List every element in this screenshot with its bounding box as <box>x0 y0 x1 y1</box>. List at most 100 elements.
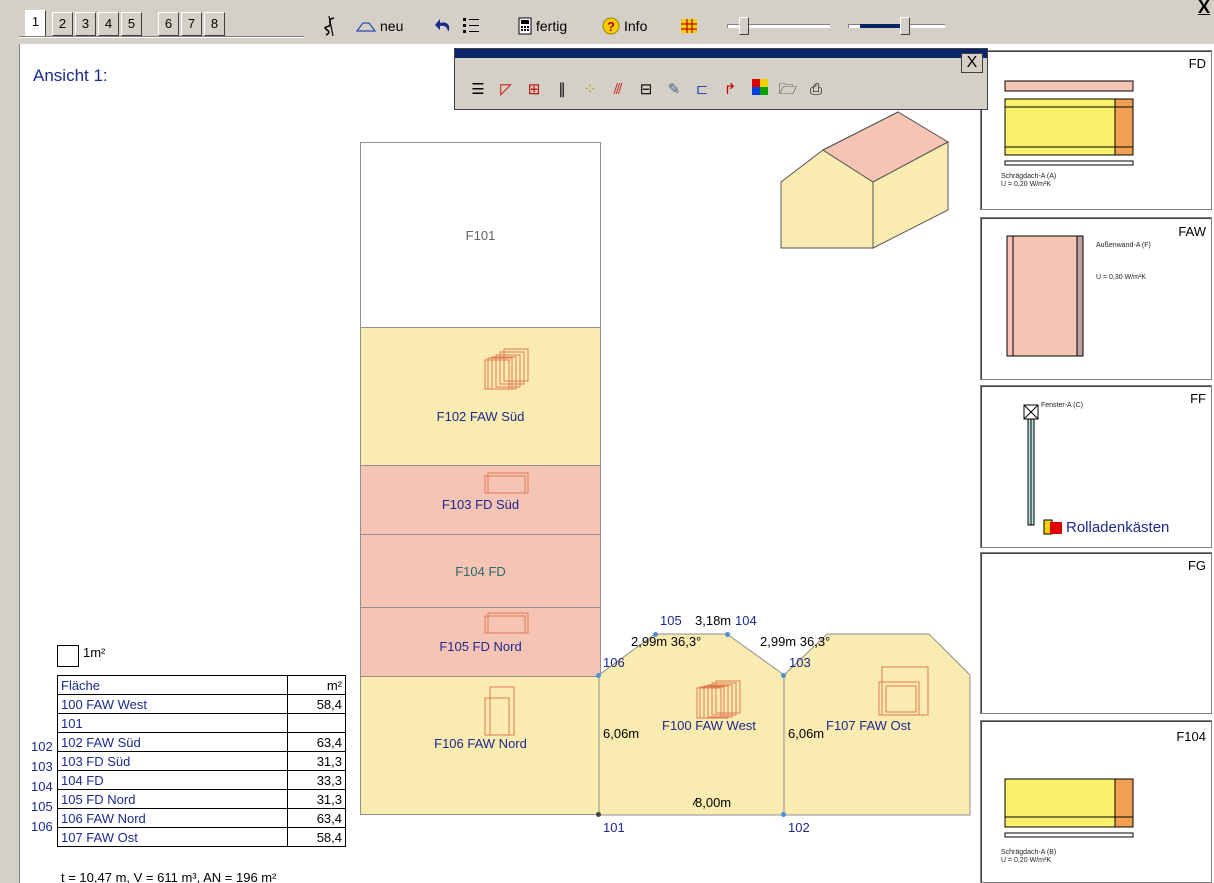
wall-icon[interactable]: ∥ <box>551 79 573 101</box>
vertex-102[interactable] <box>781 812 786 817</box>
face-f101[interactable]: F101 <box>360 142 601 328</box>
scatter-icon[interactable]: ⁘ <box>579 79 601 101</box>
brush-icon[interactable]: ✎ <box>663 79 685 101</box>
face-f105[interactable]: F105 FD Nord <box>360 607 601 677</box>
face-f104-label: F104 FD <box>455 563 506 579</box>
view-title: Ansicht 1: <box>33 66 108 85</box>
vertex-103[interactable] <box>781 673 786 678</box>
face-f103[interactable]: F103 FD Süd <box>360 465 601 535</box>
vertex-101[interactable] <box>596 812 601 817</box>
flag-icon[interactable]: ◸ <box>495 79 517 101</box>
grid-button[interactable] <box>679 14 699 38</box>
roof-window-icon <box>484 472 529 494</box>
hatch-icon[interactable]: ⫻ <box>607 79 629 101</box>
row-name: 106 FAW Nord <box>57 808 288 828</box>
vertex-label: 102 <box>788 820 810 835</box>
card-fd[interactable]: FD Schrägdach-A (A) U = 0,20 W/m²K <box>980 50 1212 210</box>
tab-6[interactable]: 6 <box>158 12 179 36</box>
card-ff[interactable]: FF Fenster-A (C) Rolladenkästen <box>980 385 1212 548</box>
palette-close-button[interactable]: X <box>961 53 983 73</box>
vertex-106[interactable] <box>596 673 601 678</box>
face-f103-label: F103 FD Süd <box>441 496 520 512</box>
card-u-value: U = 0,30 W/m²K <box>1096 274 1146 281</box>
dimension-label: 2,99m 36,3° <box>631 634 702 649</box>
tab-1[interactable]: 1 <box>25 10 46 38</box>
row-name: 104 FD <box>57 770 288 790</box>
shutter-box-link[interactable]: Rolladenkästen <box>1066 519 1169 536</box>
vertex-label: 106 <box>603 655 625 670</box>
tab-4[interactable]: 4 <box>98 12 119 36</box>
zoom-slider-thumb[interactable] <box>739 17 749 35</box>
svg-text:?: ? <box>607 19 615 34</box>
gable-faces <box>598 633 971 816</box>
table-row[interactable]: 102 FAW Süd 63,4 <box>57 732 346 752</box>
table-row[interactable]: 104 FD 33,3 <box>57 770 346 790</box>
list-button[interactable] <box>461 14 481 38</box>
house-3d-preview <box>780 111 950 249</box>
rotate-slider-thumb[interactable] <box>900 17 910 35</box>
calculator-icon <box>518 17 532 35</box>
undo-button[interactable] <box>434 14 452 38</box>
palette-titlebar[interactable] <box>455 49 987 58</box>
corner-arrow-icon[interactable]: ↱ <box>719 79 741 101</box>
vertex-104[interactable] <box>725 632 730 637</box>
tab-7[interactable]: 7 <box>181 12 202 36</box>
draw-outline-button[interactable] <box>320 14 342 38</box>
vertex-label: 104 <box>735 613 757 628</box>
app-close-button[interactable]: X <box>1198 0 1210 16</box>
dimension-label: 8,00m <box>695 795 732 810</box>
shutter-icon <box>1043 519 1062 535</box>
dimension-label: 3,18m <box>695 613 732 628</box>
list-icon[interactable]: ☰ <box>467 79 489 101</box>
card-material: Schrägdach-A (A) <box>1001 173 1057 180</box>
face-f106-label: F106 FAW Nord <box>434 736 527 751</box>
split-icon[interactable]: ⊞ <box>523 79 545 101</box>
new-label: neu <box>380 18 404 34</box>
window-group-icon <box>484 348 529 390</box>
window-section-icon <box>1023 404 1039 526</box>
table-row[interactable]: 107 FAW Ost 58,4 <box>57 827 346 847</box>
table-row[interactable]: 103 FD Süd 31,3 <box>57 751 346 771</box>
new-button[interactable]: neu <box>356 14 403 38</box>
card-u-value: U = 0,20 W/m²K <box>1001 857 1051 864</box>
tool-palette: X ☰ ◸ ⊞ ∥ ⁘ ⫻ ⊟ ✎ ⊏ ↱ 🗁 ⎙ <box>454 48 988 110</box>
info-button[interactable]: ? Info <box>602 14 647 38</box>
scale-legend-label: 1m² <box>83 645 106 660</box>
column-header: m² <box>287 675 346 695</box>
card-fg[interactable]: FG <box>980 552 1212 714</box>
squiggle-icon <box>324 15 335 37</box>
table-row[interactable]: 100 FAW West 58,4 <box>57 694 346 714</box>
done-button[interactable]: fertig <box>518 14 567 38</box>
tab-5[interactable]: 5 <box>121 12 142 36</box>
align-icon[interactable]: ⊏ <box>691 79 713 101</box>
window-group-icon <box>696 680 741 719</box>
done-label: fertig <box>536 18 568 34</box>
tab-2[interactable]: 2 <box>52 12 73 36</box>
vertex-label: 103 <box>789 655 811 670</box>
vertex-105[interactable] <box>653 632 658 637</box>
print-icon[interactable]: ⎙ <box>805 79 827 101</box>
row-index-label: 103 <box>31 759 53 774</box>
card-code: FG <box>1187 558 1206 573</box>
dimension-label: 2,99m 36,3° <box>760 634 831 649</box>
card-f104[interactable]: F104 Schrägdach-A (B) U = 0,20 W/m²K <box>980 720 1212 883</box>
table-row[interactable]: 106 FAW Nord 63,4 <box>57 808 346 828</box>
open-folder-icon[interactable]: 🗁 <box>777 79 799 101</box>
tab-3[interactable]: 3 <box>75 12 96 36</box>
tab-8[interactable]: 8 <box>204 12 225 36</box>
window-insert-icon[interactable]: ⊟ <box>635 79 657 101</box>
card-faw[interactable]: FAW Außenwand-A (F) U = 0,30 W/m²K <box>980 217 1212 380</box>
building-summary: t = 10,47 m, V = 611 m³, AN = 196 m² <box>61 870 277 883</box>
face-f102[interactable]: F102 FAW Süd <box>360 327 601 466</box>
color-palette-icon[interactable] <box>749 79 771 101</box>
card-material: Außenwand-A (F) <box>1096 242 1151 249</box>
row-index-label: 104 <box>31 779 53 794</box>
face-f106[interactable]: F106 FAW Nord <box>360 676 601 815</box>
row-value: 31,3 <box>287 789 346 809</box>
table-row[interactable]: 105 FD Nord 31,3 <box>57 789 346 809</box>
table-row[interactable]: 101 <box>57 713 346 733</box>
face-f104[interactable]: F104 FD <box>360 534 601 608</box>
card-material: Schrägdach-A (B) <box>1001 849 1057 856</box>
row-value: 58,4 <box>287 827 346 847</box>
row-value: 58,4 <box>287 694 346 714</box>
